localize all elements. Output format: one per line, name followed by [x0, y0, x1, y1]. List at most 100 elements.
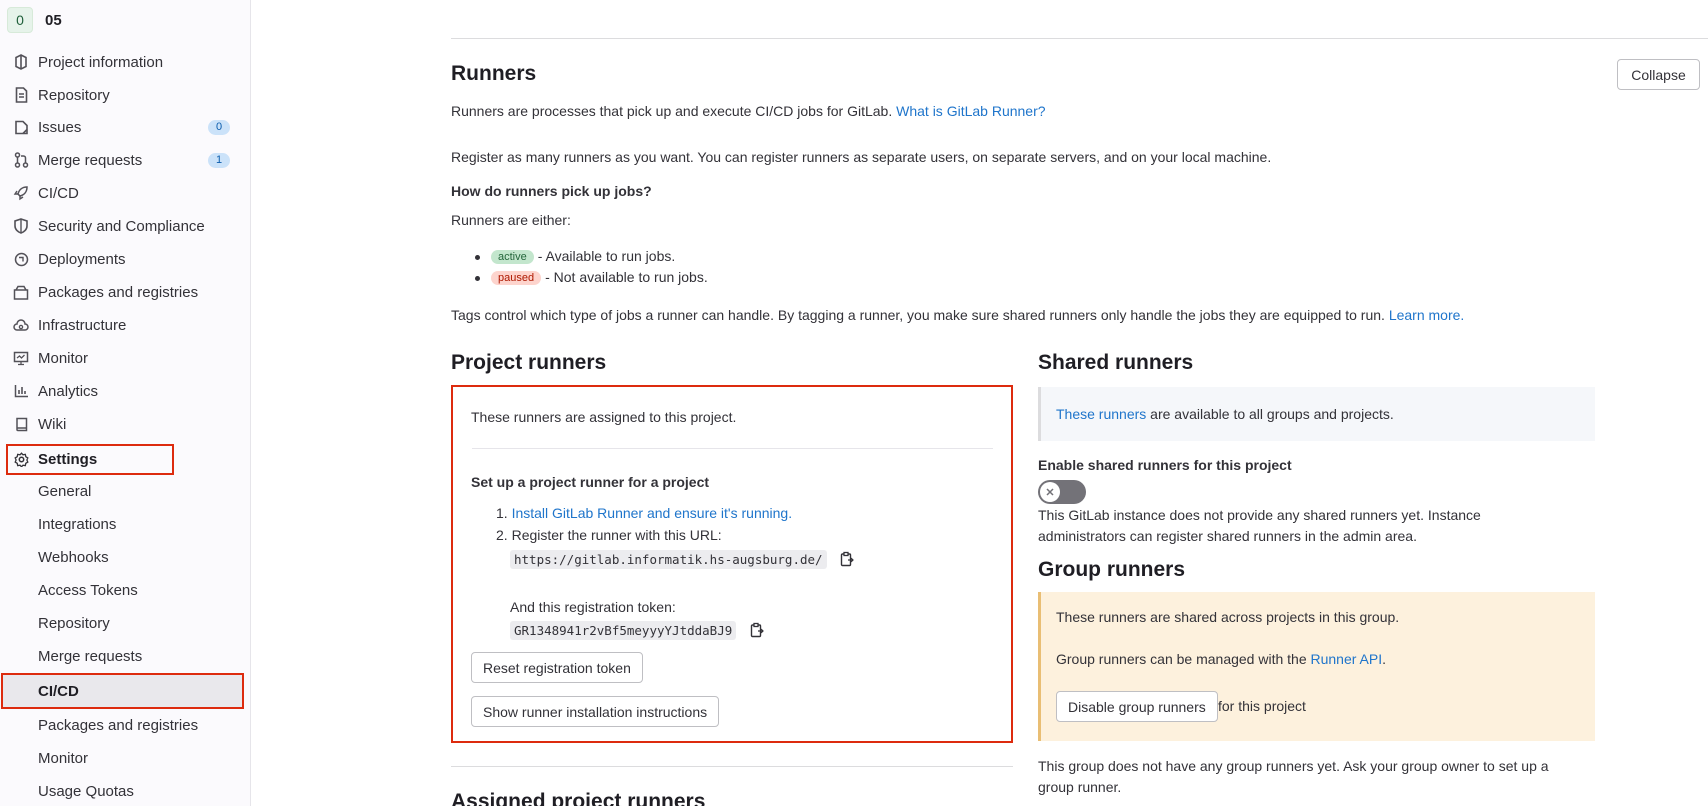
runners-either: Runners are either: [451, 212, 571, 228]
copy-token-icon[interactable] [750, 622, 764, 641]
sidebar-item-label: Wiki [38, 415, 67, 433]
close-icon [1046, 488, 1054, 496]
group-none-line2: group runner. [1038, 779, 1122, 795]
step-2: 2. Register the runner with this URL: [496, 527, 722, 543]
sidebar-item-analytics[interactable]: Analytics [0, 377, 250, 405]
what-is-runner-link[interactable]: What is GitLab Runner? [896, 103, 1045, 119]
document-icon [12, 87, 30, 103]
toggle-knob [1040, 482, 1060, 502]
copy-url-icon[interactable] [840, 551, 855, 570]
main-content: Runners Collapse Runners are processes t… [251, 0, 1708, 806]
sidebar-item-label: Settings [38, 450, 98, 468]
section-divider-top [451, 0, 1708, 39]
paused-status-line: paused - Not available to run jobs. [491, 269, 708, 285]
runner-url[interactable]: https://gitlab.informatik.hs-augsburg.de… [510, 550, 827, 569]
settings-sub-integrations[interactable]: Integrations [38, 511, 116, 537]
bullet [475, 255, 480, 260]
group-managed-text: Group runners can be managed with the [1056, 651, 1307, 667]
disable-group-runners-button[interactable]: Disable group runners [1056, 691, 1218, 722]
tags-text-line: Tags control which type of jobs a runner… [451, 307, 1464, 323]
sidebar-item-infrastructure[interactable]: Infrastructure [0, 311, 250, 339]
deployments-icon [12, 252, 30, 267]
settings-sub-repository[interactable]: Repository [38, 610, 110, 636]
shared-note-line1: This GitLab instance does not provide an… [1038, 507, 1481, 523]
shared-info-line: These runners are available to all group… [1056, 406, 1394, 422]
step-1: 1. Install GitLab Runner and ensure it's… [496, 505, 792, 521]
token-label: And this registration token: [510, 599, 676, 615]
tags-text: Tags control which type of jobs a runner… [451, 307, 1385, 323]
section-divider [451, 766, 1013, 767]
url-row: https://gitlab.informatik.hs-augsburg.de… [510, 550, 855, 570]
group-managed-line: Group runners can be managed with the Ru… [1056, 651, 1386, 667]
book-icon [12, 417, 30, 432]
package-icon [12, 285, 30, 300]
sidebar-item-label: Analytics [38, 382, 99, 400]
project-runners-heading: Project runners [451, 351, 607, 374]
settings-sub-cicd[interactable]: CI/CD [38, 678, 79, 704]
chart-icon [12, 384, 30, 398]
learn-more-link[interactable]: Learn more. [1389, 307, 1464, 323]
how-runners-title: How do runners pick up jobs? [451, 183, 652, 199]
sidebar: 0 05 Project information Repository Issu… [0, 0, 251, 806]
enable-shared-label: Enable shared runners for this project [1038, 457, 1292, 473]
project-header[interactable]: 0 05 [0, 0, 250, 40]
register-text: Register as many runners as you want. Yo… [451, 149, 1272, 165]
registration-token[interactable]: GR1348941r2vBf5meyyyYJtddaBJ9 [510, 621, 737, 640]
step-1-number: 1. [496, 505, 508, 521]
show-instructions-button[interactable]: Show runner installation instructions [471, 696, 720, 727]
assigned-runners-heading: Assigned project runners [451, 790, 706, 806]
sidebar-item-settings[interactable]: Settings [0, 445, 250, 473]
sidebar-item-label: Merge requests [38, 151, 143, 169]
runners-intro: Runners are processes that pick up and e… [451, 103, 1046, 119]
sidebar-item-wiki[interactable]: Wiki [0, 410, 250, 438]
group-runners-info: These runners are shared across projects… [1038, 592, 1595, 741]
runners-intro-text: Runners are processes that pick up and e… [451, 103, 893, 119]
sidebar-item-deployments[interactable]: Deployments [0, 245, 250, 273]
project-avatar[interactable]: 0 [7, 7, 33, 33]
cloud-gear-icon [12, 318, 30, 332]
token-row: GR1348941r2vBf5meyyyYJtddaBJ9 [510, 621, 764, 641]
sidebar-item-repository[interactable]: Repository [0, 81, 250, 109]
runner-api-link[interactable]: Runner API [1311, 651, 1383, 667]
settings-sub-usage-quotas[interactable]: Usage Quotas [38, 778, 134, 804]
shield-icon [12, 218, 30, 234]
sidebar-item-project-information[interactable]: Project information [0, 48, 250, 76]
sidebar-item-label: Infrastructure [38, 316, 127, 334]
sidebar-item-label: Monitor [38, 349, 89, 367]
sidebar-item-label: Deployments [38, 250, 126, 268]
monitor-icon [12, 351, 30, 366]
install-runner-link[interactable]: Install GitLab Runner and ensure it's ru… [512, 505, 793, 521]
settings-sub-access-tokens[interactable]: Access Tokens [38, 577, 138, 603]
group-shared-text: These runners are shared across projects… [1056, 609, 1400, 625]
assigned-text: These runners are assigned to this proje… [471, 409, 737, 425]
project-icon [12, 54, 30, 70]
active-desc: - Available to run jobs. [537, 248, 676, 264]
bullet [475, 276, 480, 281]
settings-sub-packages[interactable]: Packages and registries [38, 712, 198, 738]
settings-sub-general[interactable]: General [38, 478, 91, 504]
paused-desc: - Not available to run jobs. [545, 269, 708, 285]
sidebar-item-issues[interactable]: Issues 0 [0, 113, 250, 141]
active-badge: active [491, 250, 534, 264]
sidebar-item-monitor[interactable]: Monitor [0, 344, 250, 372]
these-runners-link[interactable]: These runners [1056, 406, 1146, 422]
reset-token-button[interactable]: Reset registration token [471, 652, 643, 683]
active-status-line: active - Available to run jobs. [491, 248, 675, 264]
for-this-project: for this project [1218, 698, 1306, 714]
project-runners-card: These runners are assigned to this proje… [451, 385, 1013, 743]
shared-runners-toggle[interactable] [1038, 480, 1086, 504]
setup-title: Set up a project runner for a project [471, 474, 710, 490]
sidebar-item-merge-requests[interactable]: Merge requests 1 [0, 146, 250, 174]
paused-badge: paused [491, 271, 542, 285]
collapse-button[interactable]: Collapse [1617, 59, 1700, 90]
settings-sub-webhooks[interactable]: Webhooks [38, 544, 109, 570]
settings-sub-merge-requests[interactable]: Merge requests [38, 643, 142, 669]
card-divider [472, 448, 993, 449]
settings-sub-monitor[interactable]: Monitor [38, 745, 88, 771]
gear-icon [12, 451, 30, 467]
sidebar-item-packages[interactable]: Packages and registries [0, 278, 250, 306]
sidebar-item-security[interactable]: Security and Compliance [0, 212, 250, 240]
runners-heading: Runners [451, 62, 537, 85]
sidebar-item-cicd[interactable]: CI/CD [0, 179, 250, 207]
project-name[interactable]: 05 [45, 12, 62, 29]
